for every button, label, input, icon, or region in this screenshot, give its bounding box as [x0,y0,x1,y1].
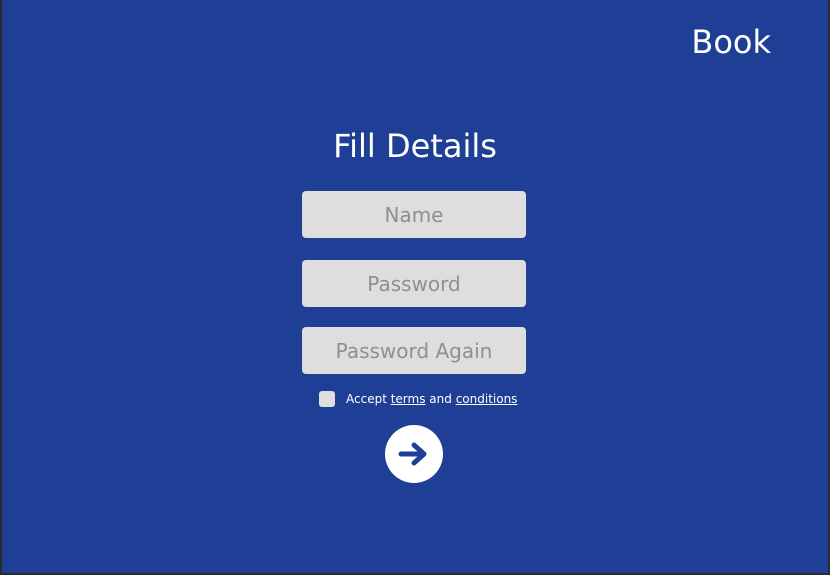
brand-logo-text[interactable]: Book [691,22,771,62]
terms-link[interactable]: terms [391,392,426,406]
page-title: Fill Details [333,127,497,165]
terms-middle-text: and [425,392,456,406]
terms-row: Accept terms and conditions [319,390,517,408]
password-again-input[interactable] [302,327,526,374]
accept-terms-checkbox[interactable] [319,391,335,407]
arrow-right-icon [398,441,430,467]
submit-button[interactable] [385,425,443,483]
password-input[interactable] [302,260,526,307]
name-input[interactable] [302,191,526,238]
terms-prefix-text: Accept [346,392,391,406]
conditions-link[interactable]: conditions [456,392,518,406]
terms-label: Accept terms and conditions [346,392,517,406]
app-window: Book Fill Details Accept terms and condi… [2,0,828,573]
